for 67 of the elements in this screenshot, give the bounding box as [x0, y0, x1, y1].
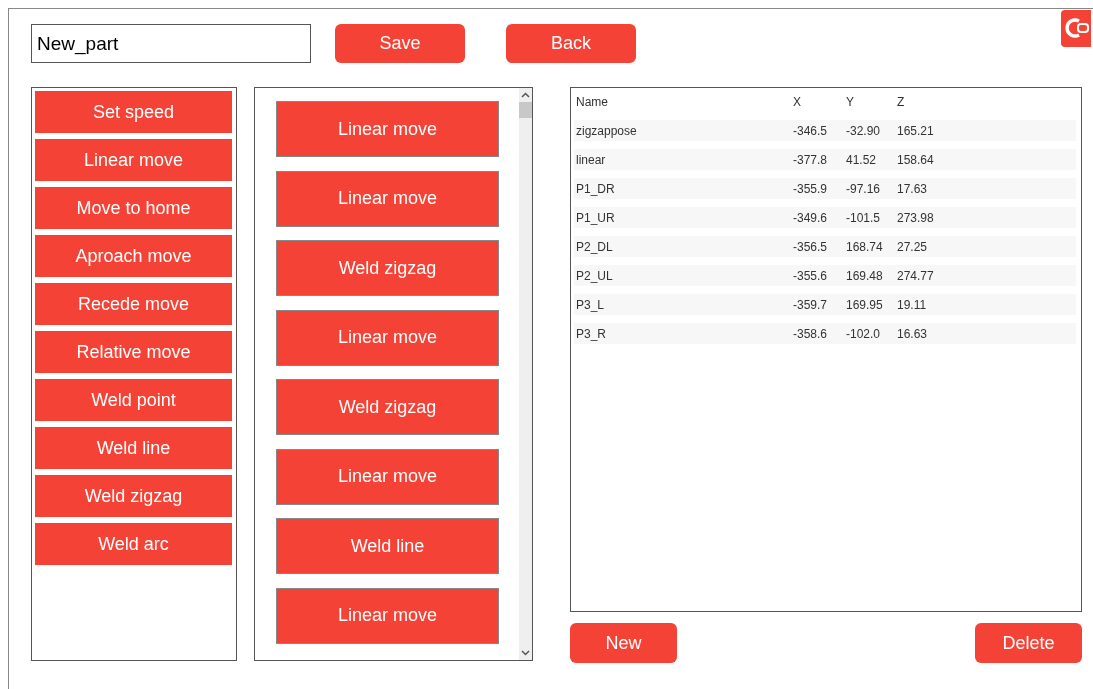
table-row[interactable]: P2_DL -356.5 168.74 27.25 [574, 236, 1076, 257]
table-cell-text: 16.63 [897, 325, 929, 343]
table-cell-text: linear [576, 151, 607, 169]
command-item[interactable]: Move to home [35, 187, 232, 229]
program-step[interactable]: Linear move [276, 448, 499, 505]
table-cell-text: -355.9 [793, 180, 829, 198]
program-step[interactable]: Linear move [276, 309, 499, 366]
table-cell-text: P2_DL [576, 238, 614, 256]
table-cell-text: P1_DR [576, 180, 616, 198]
column-header: Z [897, 93, 906, 111]
table-cell-text: -97.16 [846, 180, 882, 198]
table-cell-text: P1_UR [576, 209, 616, 227]
command-item[interactable]: Aproach move [35, 235, 232, 277]
part-name-field[interactable]: New_part [31, 24, 311, 63]
table-cell-text: 41.52 [846, 151, 878, 169]
program-step[interactable]: Weld zigzag [276, 240, 499, 296]
table-cell-text: -346.5 [793, 122, 829, 140]
save-button[interactable]: Save [335, 24, 465, 63]
table-cell-text: -358.6 [793, 325, 829, 343]
back-button[interactable]: Back [506, 24, 636, 63]
command-item[interactable]: Relative move [35, 331, 232, 373]
new-button[interactable]: New [570, 623, 677, 663]
table-cell-text: 165.21 [897, 122, 935, 140]
table-cell-text: P3_L [576, 296, 606, 314]
table-cell-text: P2_UL [576, 267, 614, 285]
command-item[interactable]: Weld line [35, 427, 232, 469]
table-row[interactable]: P3_R -358.6 -102.0 16.63 [574, 323, 1076, 344]
table-row[interactable]: P2_UL -355.6 169.48 274.77 [574, 265, 1076, 286]
table-cell-text: 169.48 [846, 267, 884, 285]
command-item[interactable]: Weld point [35, 379, 232, 421]
table-cell-text: zigzappose [576, 122, 638, 140]
table-cell-text: 273.98 [897, 209, 935, 227]
delete-button[interactable]: Delete [975, 623, 1082, 663]
table-cell-text: 158.64 [897, 151, 935, 169]
command-item[interactable]: Recede move [35, 283, 232, 325]
table-cell-text: -377.8 [793, 151, 829, 169]
table-cell-text: 168.74 [846, 238, 884, 256]
table-cell-text: -355.6 [793, 267, 829, 285]
program-step[interactable]: Weld zigzag [276, 379, 499, 435]
table-cell-text: 17.63 [897, 180, 929, 198]
program-step[interactable]: Linear move [276, 587, 499, 644]
table-cell-text: -349.6 [793, 209, 829, 227]
table-row[interactable]: linear -377.8 41.52 158.64 [574, 149, 1076, 170]
command-item[interactable]: Weld zigzag [35, 475, 232, 517]
table-row[interactable]: zigzappose -346.5 -32.90 165.21 [574, 120, 1076, 141]
table-cell-text: 27.25 [897, 238, 929, 256]
table-cell-text: 169.95 [846, 296, 884, 314]
table-cell-text: -359.7 [793, 296, 829, 314]
table-cell-text: 274.77 [897, 267, 935, 285]
column-header: Name [576, 93, 609, 111]
table-cell-text: P3_R [576, 325, 608, 343]
table-cell-text: 19.11 [897, 296, 928, 314]
program-step[interactable]: Weld line [276, 518, 499, 574]
program-step[interactable]: Linear move [276, 101, 499, 157]
column-header: Y [846, 93, 855, 111]
table-row[interactable]: P3_L -359.7 169.95 19.11 [574, 294, 1076, 315]
table-row[interactable]: P1_UR -349.6 -101.5 273.98 [574, 207, 1076, 228]
table-row[interactable]: P1_DR -355.9 -97.16 17.63 [574, 178, 1076, 199]
table-cell-text: -101.5 [846, 209, 882, 227]
command-item[interactable]: Linear move [35, 139, 232, 181]
table-cell-text: -32.90 [846, 122, 882, 140]
table-cell-text: -356.5 [793, 238, 829, 256]
table-cell-text: -102.0 [846, 325, 882, 343]
column-header: X [793, 93, 802, 111]
program-step[interactable]: Linear move [276, 170, 499, 227]
command-item[interactable]: Set speed [35, 91, 232, 133]
command-item[interactable]: Weld arc [35, 523, 232, 565]
